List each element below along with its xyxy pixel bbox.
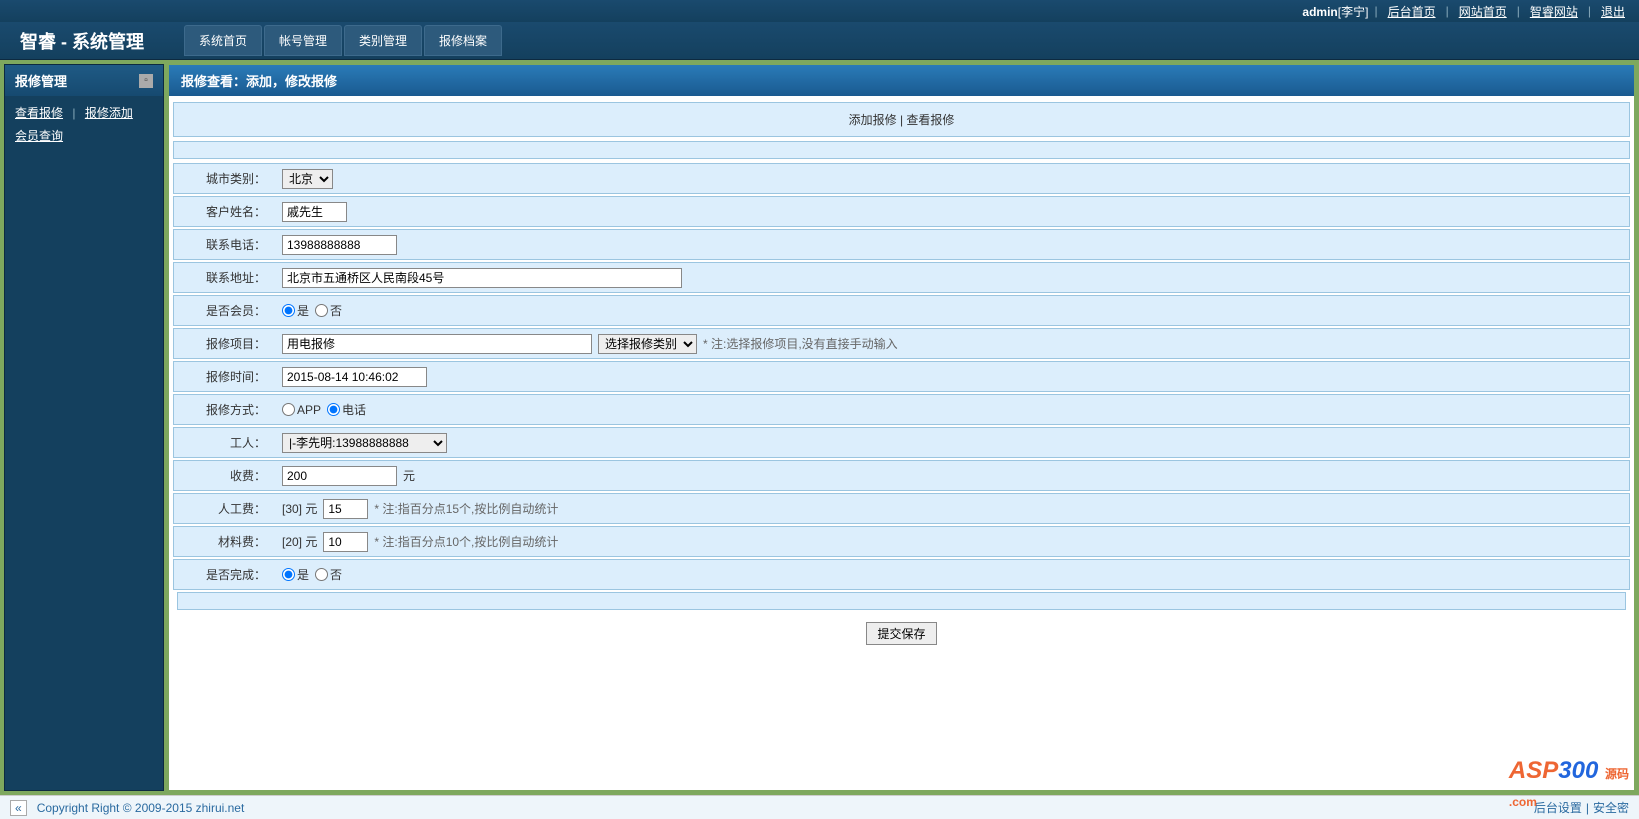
submit-row: 提交保存: [173, 612, 1630, 655]
worker-select[interactable]: |-李先明:13988888888: [282, 433, 447, 453]
submit-button[interactable]: 提交保存: [866, 622, 936, 645]
spacer: [173, 141, 1630, 159]
method-app-radio[interactable]: [282, 403, 295, 416]
link-site-home[interactable]: 网站首页: [1459, 3, 1507, 20]
footer-admin-settings[interactable]: 后台设置: [1534, 799, 1582, 816]
sidebar-links: 查看报修 | 报修添加 会员查询: [5, 96, 163, 158]
time-input[interactable]: [282, 367, 427, 387]
labor-note: * 注:指百分点15个,按比例自动统计: [374, 500, 558, 517]
row-labor: 人工费： [30] 元 * 注:指百分点15个,按比例自动统计: [173, 493, 1630, 524]
logo: 智睿 - 系统管理: [20, 28, 144, 54]
material-input[interactable]: [323, 532, 368, 552]
nav-category-mgmt[interactable]: 类别管理: [344, 25, 422, 56]
done-no-radio[interactable]: [315, 568, 328, 581]
row-method: 报修方式： APP 电话: [173, 394, 1630, 425]
main-nav: 系统首页 帐号管理 类别管理 报修档案: [184, 25, 502, 56]
main: 报修查看：添加，修改报修 添加报修 | 查看报修 城市类别： 北京 客户姓名：: [168, 64, 1635, 791]
row-material: 材料费： [20] 元 * 注:指百分点10个,按比例自动统计: [173, 526, 1630, 557]
project-input[interactable]: [282, 334, 592, 354]
done-yes-radio[interactable]: [282, 568, 295, 581]
spacer-bottom: [177, 592, 1626, 610]
footer-collapse-icon[interactable]: «: [10, 800, 27, 816]
header: 智睿 - 系统管理 系统首页 帐号管理 类别管理 报修档案: [0, 22, 1639, 60]
labor-input[interactable]: [323, 499, 368, 519]
row-member: 是否会员： 是 否: [173, 295, 1630, 326]
row-name: 客户姓名：: [173, 196, 1630, 227]
address-input[interactable]: [282, 268, 682, 288]
nav-system-home[interactable]: 系统首页: [184, 25, 262, 56]
name-input[interactable]: [282, 202, 347, 222]
phone-input[interactable]: [282, 235, 397, 255]
toolbar-add[interactable]: 添加报修: [849, 113, 897, 127]
content-title: 报修查看：添加，修改报修: [169, 65, 1634, 96]
row-phone: 联系电话：: [173, 229, 1630, 260]
form: 城市类别： 北京 客户姓名： 联系电话： 联系地址：: [173, 163, 1630, 788]
row-time: 报修时间：: [173, 361, 1630, 392]
sidebar-member-query[interactable]: 会员查询: [15, 129, 63, 143]
sidebar-view-repair[interactable]: 查看报修: [15, 106, 63, 120]
city-select[interactable]: 北京: [282, 169, 333, 189]
footer-security[interactable]: 安全密: [1593, 799, 1629, 816]
sidebar-title: 报修管理 ▫: [5, 65, 163, 96]
topbar: admin[李宁] | 后台首页 | 网站首页 | 智睿网站 | 退出: [0, 0, 1639, 22]
link-logout[interactable]: 退出: [1601, 3, 1625, 20]
copyright: Copyright Right © 2009-2015 zhirui.net: [37, 801, 245, 815]
toolbar-view[interactable]: 查看报修: [906, 113, 954, 127]
nav-repair-archive[interactable]: 报修档案: [424, 25, 502, 56]
user-label: admin[李宁]: [1302, 3, 1368, 20]
row-project: 报修项目： 选择报修类别 * 注:选择报修项目,没有直接手动输入: [173, 328, 1630, 359]
member-yes-radio[interactable]: [282, 304, 295, 317]
toolbar: 添加报修 | 查看报修: [173, 102, 1630, 137]
sidebar: 报修管理 ▫ 查看报修 | 报修添加 会员查询: [4, 64, 164, 791]
row-done: 是否完成： 是 否: [173, 559, 1630, 590]
row-worker: 工人： |-李先明:13988888888: [173, 427, 1630, 458]
material-note: * 注:指百分点10个,按比例自动统计: [374, 533, 558, 550]
footer: « Copyright Right © 2009-2015 zhirui.net…: [0, 795, 1639, 819]
body: 报修管理 ▫ 查看报修 | 报修添加 会员查询 报修查看：添加，修改报修 添加报…: [0, 60, 1639, 795]
project-category-select[interactable]: 选择报修类别: [598, 334, 697, 354]
nav-account-mgmt[interactable]: 帐号管理: [264, 25, 342, 56]
row-city: 城市类别： 北京: [173, 163, 1630, 194]
sidebar-add-repair[interactable]: 报修添加: [85, 106, 133, 120]
project-note: * 注:选择报修项目,没有直接手动输入: [703, 335, 898, 352]
method-phone-radio[interactable]: [327, 403, 340, 416]
row-fee: 收费： 元: [173, 460, 1630, 491]
fee-input[interactable]: [282, 466, 397, 486]
link-admin-home[interactable]: 后台首页: [1388, 3, 1436, 20]
link-zhirui-site[interactable]: 智睿网站: [1530, 3, 1578, 20]
member-no-radio[interactable]: [315, 304, 328, 317]
row-address: 联系地址：: [173, 262, 1630, 293]
collapse-icon[interactable]: ▫: [139, 74, 153, 88]
